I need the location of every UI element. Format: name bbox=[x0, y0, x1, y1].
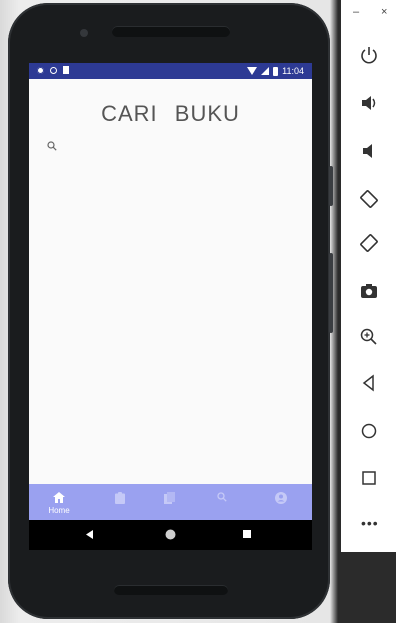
status-icons-right: 11:04 bbox=[247, 65, 304, 77]
device-screen: 11:04 CARI BUKU Home bbox=[29, 63, 312, 550]
settings-icon bbox=[37, 66, 44, 74]
search-icon bbox=[217, 492, 227, 502]
rotate-left-icon[interactable] bbox=[359, 189, 379, 209]
bottom-navigation: Home bbox=[29, 484, 312, 520]
back-icon[interactable] bbox=[359, 373, 379, 393]
nav-clipboard[interactable] bbox=[100, 484, 140, 520]
account-icon bbox=[275, 492, 287, 504]
earpiece-speaker bbox=[112, 26, 230, 37]
home-icon[interactable] bbox=[359, 421, 379, 441]
volume-up-icon[interactable] bbox=[359, 93, 379, 113]
sd-card-icon bbox=[63, 66, 69, 74]
close-button[interactable]: × bbox=[381, 6, 387, 18]
emulator-toolbar: – × ••• bbox=[341, 0, 396, 552]
front-camera bbox=[80, 29, 88, 37]
nav-account[interactable] bbox=[261, 484, 301, 520]
status-bar: 11:04 bbox=[29, 63, 312, 79]
book-icon bbox=[164, 492, 175, 504]
back-icon[interactable] bbox=[86, 530, 94, 539]
nav-home[interactable]: Home bbox=[39, 484, 79, 520]
power-icon[interactable] bbox=[359, 45, 379, 65]
page-title: CARI BUKU bbox=[101, 101, 240, 126]
overview-icon[interactable] bbox=[359, 468, 379, 488]
power-side-button[interactable] bbox=[329, 166, 333, 206]
home-button-icon[interactable] bbox=[165, 529, 176, 540]
bottom-speaker bbox=[114, 585, 228, 595]
battery-icon bbox=[273, 66, 279, 76]
nav-home-label: Home bbox=[48, 506, 70, 515]
android-navigation-bar bbox=[29, 520, 312, 550]
rotate-right-icon[interactable] bbox=[359, 233, 379, 253]
overview-icon[interactable] bbox=[243, 530, 251, 538]
zoom-in-icon[interactable] bbox=[359, 327, 379, 347]
sync-icon bbox=[50, 66, 57, 74]
search-icon[interactable] bbox=[47, 141, 57, 151]
status-icons-left bbox=[37, 66, 69, 74]
nav-books[interactable] bbox=[150, 484, 190, 520]
camera-icon[interactable] bbox=[359, 281, 379, 301]
status-time: 11:04 bbox=[282, 66, 304, 76]
signal-icon bbox=[261, 67, 270, 75]
more-options-button[interactable]: ••• bbox=[361, 515, 379, 531]
minimize-button[interactable]: – bbox=[353, 6, 359, 18]
wifi-icon bbox=[247, 67, 258, 75]
nav-search[interactable] bbox=[202, 484, 242, 520]
volume-down-icon[interactable] bbox=[359, 141, 379, 161]
home-icon bbox=[53, 492, 65, 503]
volume-side-button[interactable] bbox=[329, 253, 333, 333]
clipboard-icon bbox=[115, 492, 125, 504]
